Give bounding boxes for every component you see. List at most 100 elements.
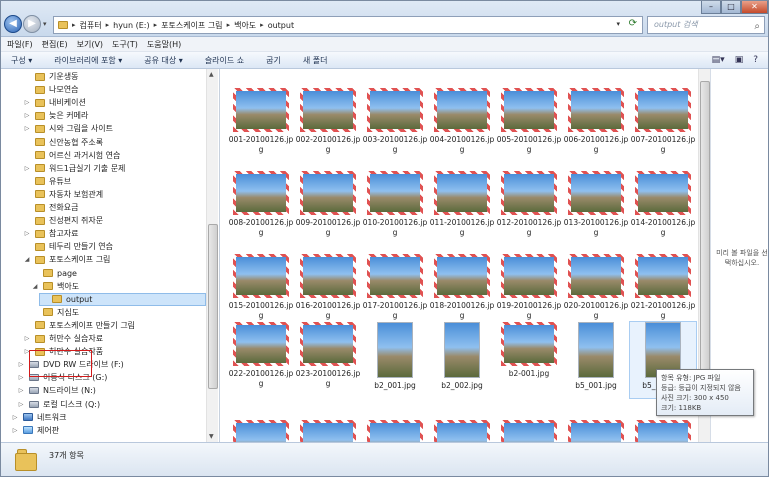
tree-item[interactable]: ▷ 내비케이션 — [23, 96, 86, 109]
breadcrumb-computer[interactable]: 컴퓨터 — [80, 20, 102, 31]
breadcrumb-separator-icon[interactable]: ▸ — [106, 21, 110, 29]
file-tile[interactable]: 019-20100126.jpg — [496, 254, 562, 320]
menu-file[interactable]: 파일(F) — [7, 39, 33, 50]
file-tile[interactable]: 005-20100126.jpg — [496, 88, 562, 154]
expand-chevron-icon[interactable]: ▷ — [11, 414, 19, 421]
file-tile[interactable]: 018-20100126.jpg — [429, 254, 495, 320]
file-tile[interactable]: 013-20100126.jpg — [563, 171, 629, 237]
include-in-library-button[interactable]: 라이브러리에 포함 ▾ — [54, 55, 122, 66]
tree-item[interactable]: ◢ 백아도 — [31, 280, 79, 293]
help-icon[interactable]: ? — [753, 55, 758, 65]
file-tile[interactable]: 014-20100126.jpg — [630, 171, 696, 237]
preview-pane-icon[interactable]: ▣ — [735, 55, 744, 65]
tree-item[interactable]: 테두리 만들기 연습 — [23, 240, 113, 253]
tree-item[interactable]: 지심도 — [31, 306, 79, 319]
file-view-scroll-thumb[interactable] — [700, 81, 710, 381]
forward-button[interactable]: ▶ — [23, 15, 41, 33]
expand-chevron-icon[interactable]: ▷ — [23, 230, 31, 237]
tree-item[interactable]: 어르신 과거시험 연습 — [23, 149, 120, 162]
recent-pages-chevron-down-icon[interactable]: ▾ — [43, 20, 47, 28]
file-tile[interactable] — [362, 420, 428, 442]
tree-item[interactable]: ▷ 네트워크 — [11, 411, 67, 424]
file-tile[interactable]: b2_001.jpg — [362, 322, 428, 398]
burn-button[interactable]: 굽기 — [266, 55, 281, 66]
breadcrumb-separator-icon[interactable]: ▸ — [72, 21, 76, 29]
breadcrumb-separator-icon[interactable]: ▸ — [227, 21, 231, 29]
refresh-icon[interactable]: ⟳ — [629, 18, 637, 29]
menu-tools[interactable]: 도구(T) — [112, 39, 138, 50]
file-tile[interactable]: 022-20100126.jpg — [228, 322, 294, 388]
tree-item[interactable]: 전화요금 — [23, 201, 78, 214]
tree-item[interactable]: 포토스케이프 만들기 그림 — [23, 319, 135, 332]
tree-item[interactable]: output — [39, 292, 206, 306]
tree-item[interactable]: ▷ 참고자료 — [23, 227, 79, 240]
tree-item[interactable]: ▷ 로컬 디스크 (Q:) — [17, 398, 100, 411]
expand-chevron-icon[interactable]: ▷ — [23, 335, 31, 342]
file-tile[interactable]: 021-20100126.jpg — [630, 254, 696, 320]
file-tile[interactable]: 016-20100126.jpg — [295, 254, 361, 320]
file-tile[interactable]: 010-20100126.jpg — [362, 171, 428, 237]
breadcrumb-output[interactable]: output — [268, 21, 294, 30]
tree-item[interactable]: 기운생동 — [23, 70, 78, 83]
minimize-button[interactable]: – — [701, 1, 721, 14]
file-tile[interactable]: 015-20100126.jpg — [228, 254, 294, 320]
menu-view[interactable]: 보기(V) — [77, 39, 103, 50]
file-tile[interactable]: 011-20100126.jpg — [429, 171, 495, 237]
tree-item[interactable]: 유튜브 — [23, 175, 71, 188]
tree-item[interactable]: ▷ 워드1급실기 기출 문제 — [23, 162, 126, 175]
file-tile[interactable]: b5_001.jpg — [563, 322, 629, 398]
file-tile[interactable]: b2-001.jpg — [496, 322, 562, 388]
slideshow-button[interactable]: 슬라이드 쇼 — [205, 55, 244, 66]
tree-item[interactable]: ◢ 포토스케이프 그림 — [23, 253, 111, 266]
menu-help[interactable]: 도움말(H) — [147, 39, 181, 50]
file-tile[interactable]: 023-20100126.jpg — [295, 322, 361, 388]
scroll-down-icon[interactable]: ▼ — [209, 433, 214, 440]
file-tile[interactable] — [496, 420, 562, 442]
search-input[interactable]: output 검색 ⌕ — [647, 16, 765, 34]
expand-chevron-icon[interactable]: ▷ — [11, 427, 19, 434]
tree-item[interactable]: ▷ N드라이브 (N:) — [17, 384, 96, 397]
tree-item[interactable]: page — [31, 267, 77, 280]
breadcrumb-baekado[interactable]: 백아도 — [234, 20, 256, 31]
tree-item[interactable]: ▷ 제어판 — [11, 424, 59, 437]
new-folder-button[interactable]: 새 폴더 — [303, 55, 328, 66]
breadcrumb-photoscape[interactable]: 포토스케이프 그림 — [161, 20, 222, 31]
scroll-up-icon[interactable]: ▲ — [209, 71, 214, 78]
file-tile[interactable]: 007-20100126.jpg — [630, 88, 696, 154]
file-tile[interactable] — [630, 420, 696, 442]
address-chevron-down-icon[interactable]: ▾ — [616, 20, 620, 28]
tree-item[interactable]: ▷ 시와 그림을 사이트 — [23, 122, 113, 135]
tree-item[interactable]: 신안농협 주소록 — [23, 136, 103, 149]
tree-item[interactable]: ▷ 늦은 커메라 — [23, 109, 89, 122]
maximize-button[interactable]: □ — [721, 1, 741, 14]
file-tile[interactable]: 020-20100126.jpg — [563, 254, 629, 320]
file-tile[interactable]: 012-20100126.jpg — [496, 171, 562, 237]
navigation-scrollbar[interactable]: ▲ ▼ — [206, 69, 218, 442]
tree-item[interactable]: 자동차 보험관계 — [23, 188, 103, 201]
expand-chevron-icon[interactable]: ▷ — [17, 361, 25, 368]
tree-item[interactable]: ▷ 허만수 실습자료 — [23, 332, 103, 345]
navigation-scroll-thumb[interactable] — [208, 224, 218, 389]
tree-item[interactable]: 진성편지 쥐자문 — [23, 214, 103, 227]
breadcrumb-drive[interactable]: hyun (E:) — [113, 21, 149, 30]
file-tile[interactable]: b2_002.jpg — [429, 322, 495, 398]
share-with-button[interactable]: 공유 대상 ▾ — [144, 55, 183, 66]
menu-edit[interactable]: 편집(E) — [42, 39, 68, 50]
file-tile[interactable]: 008-20100126.jpg — [228, 171, 294, 237]
back-button[interactable]: ◀ — [4, 15, 22, 33]
expand-chevron-icon[interactable]: ▷ — [23, 112, 31, 119]
file-tile[interactable]: 002-20100126.jpg — [295, 88, 361, 154]
expand-chevron-icon[interactable]: ◢ — [31, 283, 39, 290]
close-button[interactable]: ✕ — [741, 1, 768, 14]
file-tile[interactable]: 003-20100126.jpg — [362, 88, 428, 154]
breadcrumb-separator-icon[interactable]: ▸ — [154, 21, 158, 29]
breadcrumb-separator-icon[interactable]: ▸ — [260, 21, 264, 29]
expand-chevron-icon[interactable]: ▷ — [17, 374, 25, 381]
file-tile[interactable]: 004-20100126.jpg — [429, 88, 495, 154]
expand-chevron-icon[interactable]: ▷ — [23, 165, 31, 172]
file-tile[interactable] — [295, 420, 361, 442]
address-bar[interactable]: ▸ 컴퓨터 ▸ hyun (E:) ▸ 포토스케이프 그림 ▸ 백아도 ▸ ou… — [53, 16, 643, 34]
file-tile[interactable] — [228, 420, 294, 442]
expand-chevron-icon[interactable]: ▷ — [23, 125, 31, 132]
file-tile[interactable] — [429, 420, 495, 442]
